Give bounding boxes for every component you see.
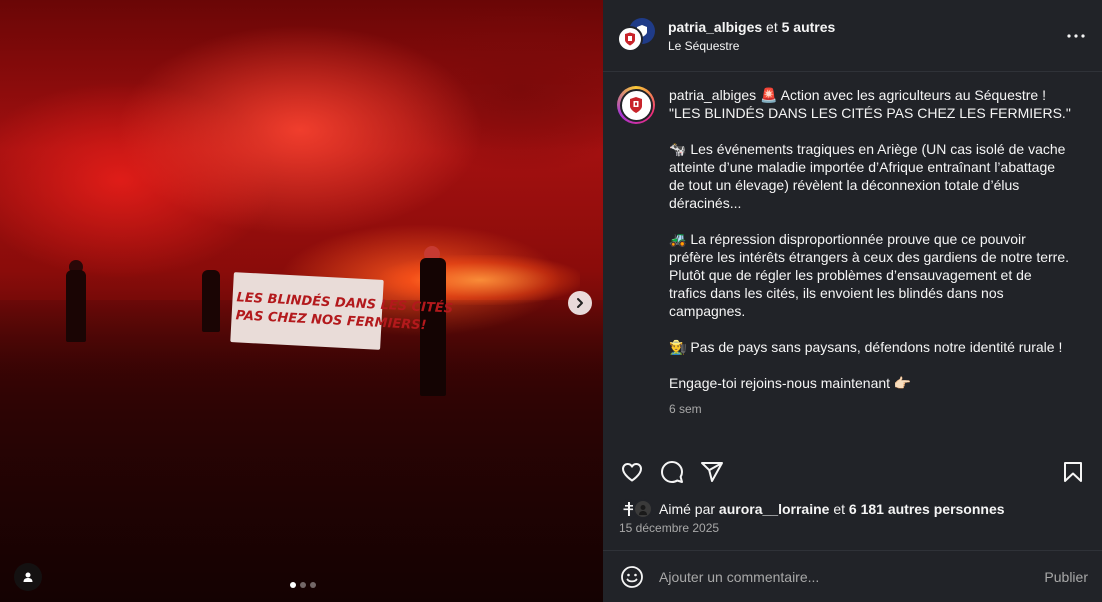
emoji-icon xyxy=(621,565,643,588)
post-location[interactable]: Le Séquestre xyxy=(668,38,835,54)
likes-count-link[interactable]: 6 181 autres personnes xyxy=(849,501,1005,517)
more-options-button[interactable] xyxy=(1062,24,1090,48)
author-username[interactable]: patria_albiges xyxy=(668,19,762,35)
coauthors-link[interactable]: 5 autres xyxy=(782,19,836,35)
post-actions xyxy=(603,456,1102,488)
share-icon xyxy=(701,462,723,482)
like-button[interactable] xyxy=(617,457,647,487)
caption-paragraph: 🚜 La répression disproportionnée prouve … xyxy=(669,231,1069,319)
liker-username[interactable]: aurora__lorraine xyxy=(719,501,830,517)
caption-username[interactable]: patria_albiges xyxy=(669,87,756,103)
carousel-next-button[interactable] xyxy=(568,291,592,315)
heart-icon xyxy=(622,463,642,482)
photo-person xyxy=(202,270,220,332)
avatar xyxy=(633,499,653,519)
caption-paragraph: 🐄 Les événements tragiques en Ariège (UN… xyxy=(669,141,1066,211)
post-media[interactable]: LES BLINDÉS DANS LES CITÉS PAS CHEZ NOS … xyxy=(0,0,603,602)
save-button[interactable] xyxy=(1058,457,1088,487)
likes-joiner: et xyxy=(833,501,845,517)
carousel-indicator xyxy=(290,582,316,588)
likes-summary: Aimé par aurora__lorraine et 6 181 autre… xyxy=(619,499,1005,519)
carousel-dot xyxy=(310,582,316,588)
comment-bar: Publier xyxy=(603,550,1102,602)
collab-avatars[interactable] xyxy=(617,16,657,56)
photo-fire-glow xyxy=(380,255,580,305)
caption-section: patria_albiges 🚨 Action avec les agricul… xyxy=(603,72,1102,442)
likes-prefix: Aimé par xyxy=(659,501,716,517)
post-date[interactable]: 15 décembre 2025 xyxy=(619,521,719,535)
caption-body: patria_albiges 🚨 Action avec les agricul… xyxy=(669,86,1071,442)
header-text: patria_albiges et 5 autres Le Séquestre xyxy=(668,18,835,54)
comment-button[interactable] xyxy=(657,457,687,487)
caption-avatar[interactable] xyxy=(617,86,655,124)
crest-icon xyxy=(630,97,642,113)
avatar[interactable] xyxy=(617,25,643,52)
caption-line-2: "LES BLINDÉS DANS LES CITÉS PAS CHEZ LES… xyxy=(669,105,1071,121)
caption-intro: patria_albiges 🚨 Action avec les agricul… xyxy=(669,86,1071,122)
author-joiner: et xyxy=(766,18,778,35)
liker-avatars[interactable] xyxy=(619,499,653,519)
likes-text: Aimé par aurora__lorraine et 6 181 autre… xyxy=(659,501,1005,517)
post-header: patria_albiges et 5 autres Le Séquestre xyxy=(603,0,1102,72)
post-dialog: LES BLINDÉS DANS LES CITÉS PAS CHEZ NOS … xyxy=(0,0,1102,602)
header-authors: patria_albiges et 5 autres xyxy=(668,18,835,36)
crest-icon xyxy=(625,32,635,45)
publish-button[interactable]: Publier xyxy=(1044,569,1088,585)
bookmark-icon xyxy=(1064,462,1082,482)
user-tag-icon xyxy=(23,572,33,582)
caption-paragraph: Engage-toi rejoins-nous maintenant 👉🏻 xyxy=(669,375,912,391)
caption-paragraph: 👨‍🌾 Pas de pays sans paysans, défendons … xyxy=(669,339,1063,355)
avatar xyxy=(619,88,653,122)
tagged-users-button[interactable] xyxy=(14,563,42,591)
chevron-right-icon xyxy=(577,298,583,308)
comment-input[interactable] xyxy=(659,568,1045,585)
carousel-dot xyxy=(300,582,306,588)
user-silhouette-icon xyxy=(639,505,647,515)
emoji-button[interactable] xyxy=(619,564,645,590)
post-side-panel: patria_albiges et 5 autres Le Séquestre xyxy=(603,0,1102,602)
caption-line-1: 🚨 Action avec les agriculteurs au Séques… xyxy=(760,87,1046,103)
photo-protest-banner: LES BLINDÉS DANS LES CITÉS PAS CHEZ NOS … xyxy=(230,272,453,350)
share-button[interactable] xyxy=(697,457,727,487)
more-horizontal-icon xyxy=(1067,34,1085,38)
carousel-dot xyxy=(290,582,296,588)
caption-timestamp[interactable]: 6 sem xyxy=(669,400,1071,418)
photo-person xyxy=(66,270,86,342)
comment-icon xyxy=(661,461,683,483)
